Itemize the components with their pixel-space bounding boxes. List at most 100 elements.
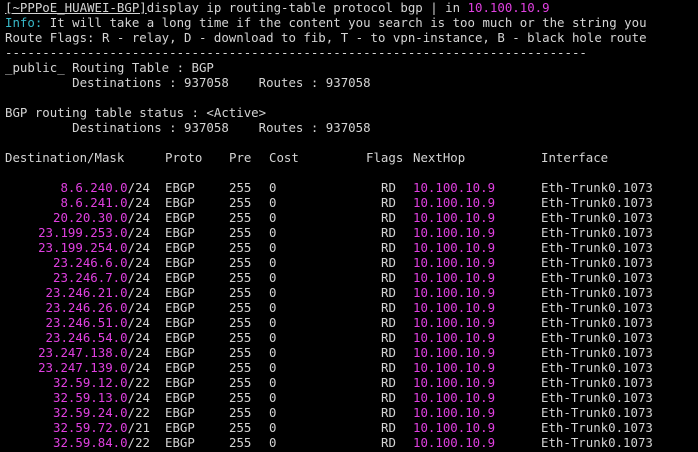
table-row: 23.246.26.0/24 EBGP 255 0 RD 10.100.10.9 Eth-T… — [5, 300, 698, 315]
route-proto: EBGP — [165, 345, 195, 360]
route-cost: 0 — [269, 360, 277, 375]
route-flags: RD — [381, 315, 396, 330]
header-flags: Flags — [366, 150, 404, 165]
route-network: 23.246.26.0 — [45, 300, 128, 315]
route-nexthop: 10.100.10.9 — [413, 195, 496, 210]
route-destination: 32.59.13.0/24 — [5, 390, 150, 405]
table-row: 23.246.51.0/24 EBGP 255 0 RD 10.100.10.9 Eth-T… — [5, 315, 698, 330]
route-proto: EBGP — [165, 210, 195, 225]
route-destination: 23.246.54.0/24 — [5, 330, 150, 345]
route-interface: Eth-Trunk0.1073 — [541, 270, 653, 285]
info-text: It will take a long time if the content … — [42, 15, 647, 30]
info-label: Info: — [5, 15, 43, 30]
route-interface: Eth-Trunk0.1073 — [541, 315, 653, 330]
route-network: 23.246.7.0 — [53, 270, 128, 285]
route-destination: 23.246.26.0/24 — [5, 300, 150, 315]
route-mask: /24 — [127, 360, 150, 375]
route-proto: EBGP — [165, 315, 195, 330]
route-mask: /24 — [127, 240, 150, 255]
route-pre: 255 — [229, 225, 252, 240]
route-interface: Eth-Trunk0.1073 — [541, 195, 653, 210]
route-interface: Eth-Trunk0.1073 — [541, 360, 653, 375]
route-destination: 32.59.84.0/22 — [5, 435, 150, 450]
route-proto: EBGP — [165, 420, 195, 435]
route-destination: 32.59.12.0/22 — [5, 375, 150, 390]
status-table-title: BGP routing table status : <Active> — [5, 105, 267, 120]
route-proto: EBGP — [165, 375, 195, 390]
route-nexthop: 10.100.10.9 — [413, 435, 496, 450]
route-nexthop: 10.100.10.9 — [413, 255, 496, 270]
route-mask: /24 — [127, 345, 150, 360]
route-pre: 255 — [229, 180, 252, 195]
table-row: 23.247.139.0/24 EBGP 255 0 RD 10.100.10.9 Eth-… — [5, 360, 698, 375]
header-cost: Cost — [269, 150, 299, 165]
route-network: 32.59.84.0 — [53, 435, 128, 450]
route-nexthop: 10.100.10.9 — [413, 180, 496, 195]
route-proto: EBGP — [165, 330, 195, 345]
route-flags: RD — [381, 270, 396, 285]
route-network: 23.247.139.0 — [38, 360, 128, 375]
route-interface: Eth-Trunk0.1073 — [541, 285, 653, 300]
route-cost: 0 — [269, 225, 277, 240]
route-destination: 20.20.30.0/24 — [5, 210, 150, 225]
route-interface: Eth-Trunk0.1073 — [541, 240, 653, 255]
table-row: 32.59.24.0/22 EBGP 255 0 RD 10.100.10.9 Eth-Tr… — [5, 405, 698, 420]
route-network: 23.199.254.0 — [38, 240, 128, 255]
table-row: 32.59.84.0/22 EBGP 255 0 RD 10.100.10.9 Eth-Tr… — [5, 435, 698, 450]
prompt: [~PPPoE_HUAWEI-BGP] — [5, 0, 147, 15]
table-row: 32.59.72.0/21 EBGP 255 0 RD 10.100.10.9 Eth-Tr… — [5, 420, 698, 435]
route-network: 23.246.54.0 — [45, 330, 128, 345]
table-row: 32.59.12.0/22 EBGP 255 0 RD 10.100.10.9 Eth-Tr… — [5, 375, 698, 390]
route-proto: EBGP — [165, 285, 195, 300]
route-cost: 0 — [269, 330, 277, 345]
route-network: 23.246.51.0 — [45, 315, 128, 330]
route-flags: RD — [381, 255, 396, 270]
route-network: 32.59.24.0 — [53, 405, 128, 420]
header-proto: Proto — [165, 150, 203, 165]
header-nexthop: NextHop — [413, 150, 466, 165]
route-network: 32.59.13.0 — [53, 390, 128, 405]
header-pre: Pre — [229, 150, 252, 165]
route-interface: Eth-Trunk0.1073 — [541, 180, 653, 195]
status-table-summary: Destinations : 937058 Routes : 937058 — [5, 120, 371, 135]
table-row: 23.246.7.0/24 EBGP 255 0 RD 10.100.10.9 Eth-Tr… — [5, 270, 698, 285]
route-network: 23.247.138.0 — [38, 345, 128, 360]
route-flags: RD — [381, 390, 396, 405]
route-nexthop: 10.100.10.9 — [413, 360, 496, 375]
route-flags-line: Route Flags: R - relay, D - download to … — [5, 30, 647, 45]
route-interface: Eth-Trunk0.1073 — [541, 405, 653, 420]
route-network: 32.59.72.0 — [53, 420, 128, 435]
header-destination: Destination/Mask — [5, 150, 125, 165]
route-pre: 255 — [229, 405, 252, 420]
route-cost: 0 — [269, 195, 277, 210]
route-mask: /24 — [127, 210, 150, 225]
route-mask: /24 — [127, 225, 150, 240]
info-line: Info: It will take a long time if the co… — [5, 15, 698, 30]
route-pre: 255 — [229, 390, 252, 405]
terminal-window[interactable]: [~PPPoE_HUAWEI-BGP]display ip routing-ta… — [0, 0, 698, 452]
route-destination: 8.6.240.0/24 — [5, 180, 150, 195]
route-mask: /24 — [127, 270, 150, 285]
route-cost: 0 — [269, 375, 277, 390]
separator-line: ----------------------------------------… — [5, 45, 587, 60]
route-flags: RD — [381, 330, 396, 345]
route-network: 23.246.21.0 — [45, 285, 128, 300]
route-nexthop: 10.100.10.9 — [413, 285, 496, 300]
table-header: Destination/Mask Proto Pre Cost Flags Ne… — [5, 150, 698, 165]
route-interface: Eth-Trunk0.1073 — [541, 390, 653, 405]
route-interface: Eth-Trunk0.1073 — [541, 225, 653, 240]
route-proto: EBGP — [165, 195, 195, 210]
public-table-summary: Destinations : 937058 Routes : 937058 — [5, 75, 371, 90]
table-row: 23.246.54.0/24 EBGP 255 0 RD 10.100.10.9 Eth-T… — [5, 330, 698, 345]
route-destination: 23.246.7.0/24 — [5, 270, 150, 285]
route-flags: RD — [381, 180, 396, 195]
route-nexthop: 10.100.10.9 — [413, 270, 496, 285]
route-pre: 255 — [229, 375, 252, 390]
route-proto: EBGP — [165, 300, 195, 315]
route-flags: RD — [381, 210, 396, 225]
route-pre: 255 — [229, 195, 252, 210]
route-flags: RD — [381, 225, 396, 240]
route-flags: RD — [381, 360, 396, 375]
route-flags: RD — [381, 240, 396, 255]
